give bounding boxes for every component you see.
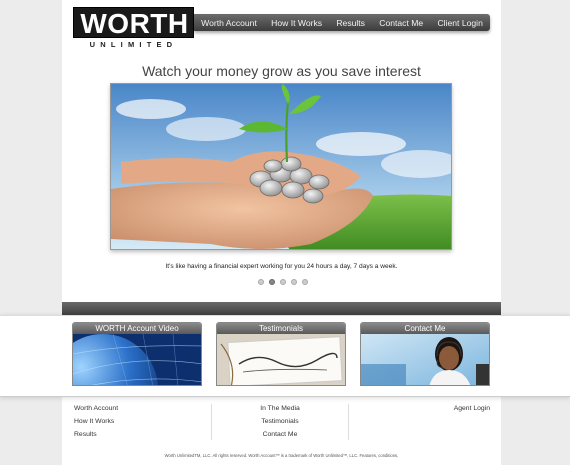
logo-box: WORTH (73, 7, 194, 39)
card-contact-me[interactable]: Contact Me (360, 322, 490, 386)
footer-link-how-it-works[interactable]: How It Works (74, 415, 118, 428)
footer-link-contact-me[interactable]: Contact Me (212, 428, 348, 441)
footer-col-2: In The Media Testimonials Contact Me (212, 402, 348, 441)
copyright-text: Worth UnlimitedTM, LLC. All rights reser… (164, 453, 399, 458)
slider-dot[interactable] (280, 279, 286, 285)
card-worth-account-video[interactable]: WORTH Account Video (72, 322, 202, 386)
card-title: Contact Me (361, 323, 489, 334)
card-title: Testimonials (217, 323, 345, 334)
footer-link-results[interactable]: Results (74, 428, 118, 441)
page-headline: Watch your money grow as you save intere… (142, 63, 421, 79)
slider-dots (258, 279, 308, 285)
hero-caption: It's like having a financial expert work… (165, 263, 398, 270)
section-divider-band (62, 302, 501, 315)
slider-dot[interactable] (258, 279, 264, 285)
footer-col-1: Worth Account How It Works Results (74, 402, 118, 441)
globe-image (73, 334, 201, 385)
main-nav: Worth Account How It Works Results Conta… (194, 14, 490, 31)
nav-how-it-works[interactable]: How It Works (271, 18, 322, 28)
footer-link-in-the-media[interactable]: In The Media (212, 402, 348, 415)
hands-with-coins-sprout-image (111, 84, 451, 249)
logo[interactable]: WORTH UNLIMITED (73, 7, 194, 49)
hero-image (110, 83, 452, 250)
slider-dot-active[interactable] (269, 279, 275, 285)
nav-client-login[interactable]: Client Login (437, 18, 482, 28)
nav-results[interactable]: Results (336, 18, 365, 28)
logo-word: WORTH (80, 8, 189, 39)
footer-link-testimonials[interactable]: Testimonials (212, 415, 348, 428)
footer-link-agent-login[interactable]: Agent Login (350, 402, 490, 415)
footer-divider (348, 404, 349, 440)
card-testimonials[interactable]: Testimonials (216, 322, 346, 386)
nav-contact-me[interactable]: Contact Me (379, 18, 423, 28)
nav-worth-account[interactable]: Worth Account (201, 18, 257, 28)
slider-dot[interactable] (291, 279, 297, 285)
slider-dot[interactable] (302, 279, 308, 285)
logo-subtitle: UNLIMITED (89, 40, 178, 49)
footer-link-worth-account[interactable]: Worth Account (74, 402, 118, 415)
agent-headset-image (361, 334, 489, 385)
footer-col-3: Agent Login (350, 402, 490, 415)
card-title: WORTH Account Video (73, 323, 201, 334)
testimonials-note-image (217, 334, 345, 385)
